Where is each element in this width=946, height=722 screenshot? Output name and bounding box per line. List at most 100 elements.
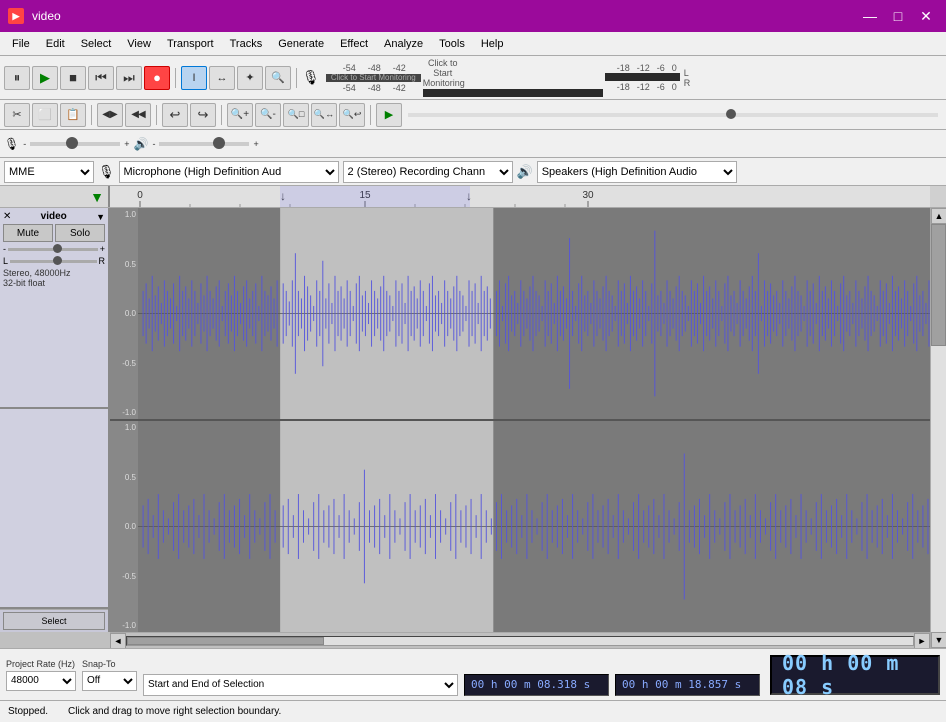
play-at-speed-button[interactable]: ▶	[376, 103, 402, 127]
tracks-area: ✕ video ▼ Mute Solo -	[0, 208, 946, 648]
scroll-thumb-h[interactable]	[127, 637, 324, 645]
select-track-button[interactable]: Select	[3, 612, 105, 630]
maximize-button[interactable]: □	[886, 6, 910, 26]
mic-device-icon: 🎙	[98, 164, 115, 180]
copy-button[interactable]: ⬜	[32, 103, 58, 127]
scale-1.0: 1.0	[110, 210, 138, 219]
ruler-inner[interactable]: 0 15 30 ↓ ↓	[110, 186, 930, 207]
tracks-rows: ✕ video ▼ Mute Solo -	[0, 208, 930, 632]
zoom-in-button[interactable]: 🔍+	[227, 103, 253, 127]
vu-label-3: -42	[381, 63, 406, 73]
paste-button[interactable]: 📋	[60, 103, 86, 127]
selection-mode-select[interactable]: Start and End of Selection Start and Len…	[143, 674, 458, 696]
menu-effect[interactable]: Effect	[332, 32, 376, 55]
scale-b-0.5: 0.5	[110, 473, 138, 482]
stopped-status: Stopped.	[8, 706, 48, 717]
speaker-device-icon: 🔊	[517, 164, 533, 180]
track-select-area: Select	[0, 609, 108, 632]
menu-view[interactable]: View	[119, 32, 159, 55]
project-rate-select[interactable]: 48000	[6, 671, 76, 691]
minimize-button[interactable]: —	[858, 6, 882, 26]
waveform-top[interactable]: 1.0 0.5 0.0 -0.5 -1.0	[110, 208, 930, 421]
channels-select[interactable]: 2 (Stereo) Recording Chann	[343, 161, 513, 183]
select-tool-button[interactable]: I	[181, 66, 207, 90]
track-top-control: ✕ video ▼ Mute Solo -	[0, 208, 108, 409]
waveform-bottom[interactable]: 1.0 0.5 0.0 -0.5 -1.0	[110, 421, 930, 632]
ruler-scroll-right	[930, 186, 946, 207]
pause-button[interactable]: ⏸	[4, 66, 30, 90]
hint-text: Click and drag to move right selection b…	[68, 706, 281, 717]
scroll-right-button[interactable]: ►	[914, 633, 930, 649]
solo-button[interactable]: Solo	[55, 224, 105, 242]
input-volume-slider[interactable]	[30, 142, 120, 146]
menu-select[interactable]: Select	[73, 32, 120, 55]
track-top-menu[interactable]: ▼	[96, 212, 105, 222]
start-time-display[interactable]: 00 h 00 m 08.318 s	[464, 674, 609, 696]
waveform-wrapper: 1.0 0.5 0.0 -0.5 -1.0	[110, 208, 930, 632]
vol-minus: -	[23, 139, 26, 149]
track-info: Stereo, 48000Hz 32-bit float	[3, 268, 105, 288]
output-volume-slider[interactable]	[159, 142, 249, 146]
timeline-ruler-row: ▼ 0 15 30 ↓ ↓	[0, 186, 946, 208]
scale-0.5: 0.5	[110, 260, 138, 269]
status-bar: Project Rate (Hz) 48000 Snap-To Off Star…	[0, 648, 946, 700]
vu-18: -18	[605, 63, 630, 73]
scroll-left-button[interactable]: ◄	[110, 633, 126, 649]
scroll-up-button[interactable]: ▲	[931, 208, 946, 224]
redo-button[interactable]: ↪	[190, 103, 216, 127]
menu-tracks[interactable]: Tracks	[222, 32, 271, 55]
track-pan-slider[interactable]	[10, 260, 96, 263]
end-time-display[interactable]: 00 h 00 m 18.857 s	[615, 674, 760, 696]
track-top-close[interactable]: ✕	[3, 211, 11, 222]
menu-tools[interactable]: Tools	[431, 32, 473, 55]
track-volume-slider[interactable]	[8, 248, 98, 251]
output-device-select[interactable]: Speakers (High Definition Audio	[537, 161, 737, 183]
menu-help[interactable]: Help	[473, 32, 512, 55]
zoom-reset-button[interactable]: 🔍↩	[339, 103, 365, 127]
vu-6: -6	[650, 63, 665, 73]
vu-monitor-label[interactable]: Click to Start Monitoring	[326, 74, 421, 82]
collapse-arrow[interactable]: ▼	[90, 189, 104, 205]
scroll-track-v[interactable]	[931, 224, 946, 632]
menu-edit[interactable]: Edit	[38, 32, 73, 55]
menu-analyze[interactable]: Analyze	[376, 32, 431, 55]
skip-start-button[interactable]: ⏮	[88, 66, 114, 90]
horizontal-scrollbar: ◄ ►	[110, 632, 930, 648]
tracks-and-scroll: ✕ video ▼ Mute Solo -	[0, 208, 930, 648]
scroll-down-button[interactable]: ▼	[931, 632, 946, 648]
snap-to-select[interactable]: Off	[82, 671, 137, 691]
zoom-tool-button[interactable]: 🔍	[265, 66, 291, 90]
cut-button[interactable]: ✂	[4, 103, 30, 127]
waveform-svg-top: /* waveform rendered below */	[138, 208, 930, 419]
vu-12b: -12	[630, 82, 650, 92]
snap-to-group: Snap-To Off	[82, 659, 137, 691]
scale-labels-bottom: 1.0 0.5 0.0 -0.5 -1.0	[110, 421, 138, 632]
track-top-header: ✕ video ▼	[3, 211, 105, 222]
draw-tool-button[interactable]: ✦	[237, 66, 263, 90]
silence-button[interactable]: ◀◀	[125, 103, 151, 127]
separator6	[370, 105, 371, 125]
zoom-fit-button[interactable]: 🔍↔	[311, 103, 337, 127]
menu-transport[interactable]: Transport	[159, 32, 222, 55]
scroll-track-h[interactable]	[126, 636, 914, 646]
menu-generate[interactable]: Generate	[270, 32, 332, 55]
play-button[interactable]: ▶	[32, 66, 58, 90]
stop-button[interactable]: ■	[60, 66, 86, 90]
mixer-row: 🎙 - + 🔊 - +	[0, 130, 946, 158]
trim-button[interactable]: ◀▶	[97, 103, 123, 127]
record-button[interactable]: ●	[144, 66, 170, 90]
input-device-select[interactable]: Microphone (High Definition Aud	[119, 161, 339, 183]
menu-file[interactable]: File	[4, 32, 38, 55]
play-speed-slider[interactable]	[408, 113, 938, 117]
mute-button[interactable]: Mute	[3, 224, 53, 242]
audio-host-select[interactable]: MME	[4, 161, 94, 183]
separator4	[156, 105, 157, 125]
close-button[interactable]: ✕	[914, 6, 938, 26]
vu-18b: -18	[605, 82, 630, 92]
skip-end-button[interactable]: ⏭	[116, 66, 142, 90]
zoom-out-button[interactable]: 🔍-	[255, 103, 281, 127]
scroll-thumb-v[interactable]	[931, 224, 946, 346]
zoom-sel-button[interactable]: 🔍□	[283, 103, 309, 127]
envelope-tool-button[interactable]: ↔	[209, 66, 235, 90]
undo-button[interactable]: ↩	[162, 103, 188, 127]
